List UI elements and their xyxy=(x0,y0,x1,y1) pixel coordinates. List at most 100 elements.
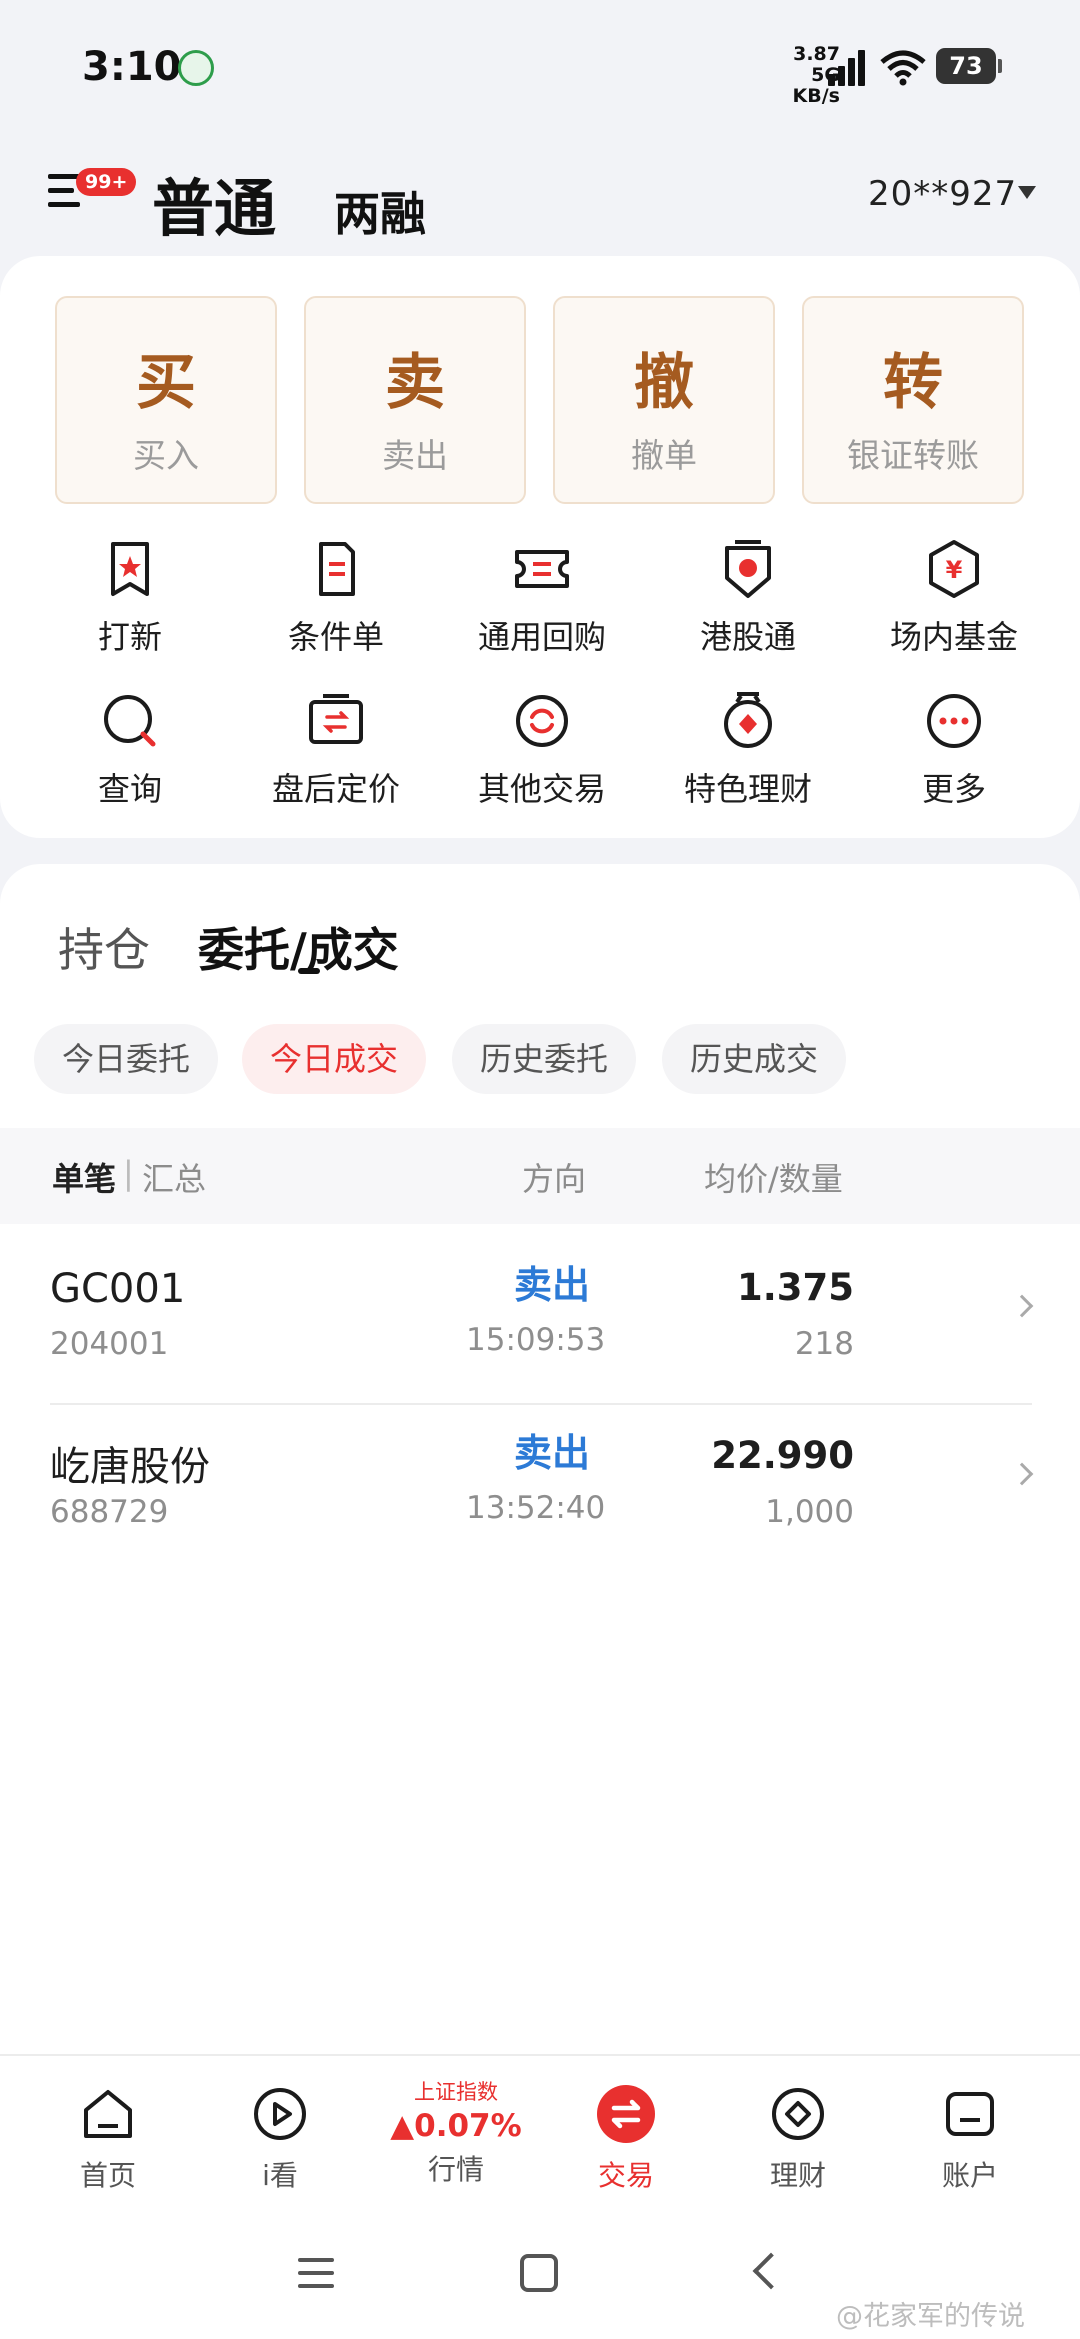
view-single-toggle[interactable]: 单笔 xyxy=(52,1154,116,1200)
chevron-right-icon[interactable] xyxy=(1010,1462,1034,1486)
other-trade-icon xyxy=(516,695,568,747)
quantity: 1,000 xyxy=(765,1494,854,1530)
hk-connect-label: 港股通 xyxy=(699,618,796,656)
row-divider xyxy=(50,1403,1032,1405)
svg-text:¥: ¥ xyxy=(946,556,963,584)
wifi-icon xyxy=(880,50,926,86)
account-icon xyxy=(946,2092,994,2136)
query-button[interactable]: 查询 xyxy=(30,686,230,810)
nav-watch[interactable]: i看 xyxy=(200,2082,360,2194)
nav-watch-label: i看 xyxy=(262,2159,298,2192)
transfer-glyph: 转 xyxy=(883,348,943,418)
fund-button[interactable]: ¥ 场内基金 xyxy=(854,534,1054,658)
header: 99+ 普通 两融 20**927 xyxy=(0,140,1080,260)
other-trade-label: 其他交易 xyxy=(477,770,606,808)
app-notification-icon xyxy=(178,50,214,86)
other-trade-button[interactable]: 其他交易 xyxy=(442,686,642,810)
table-row[interactable]: GC001 204001 卖出 15:09:53 1.375 218 xyxy=(0,1234,1080,1402)
nav-trade[interactable]: 交易 xyxy=(546,2082,706,2194)
cancel-order-button[interactable]: 撤 撤单 xyxy=(553,296,775,504)
more-icon xyxy=(927,694,981,748)
chip-today-orders[interactable]: 今日委托 xyxy=(34,1024,219,1094)
nav-wealth-label: 理财 xyxy=(769,2159,826,2192)
hk-connect-icon xyxy=(725,540,771,598)
query-icon xyxy=(104,695,156,747)
column-price-qty: 均价/数量 xyxy=(704,1160,843,1198)
more-button[interactable]: 更多 xyxy=(854,686,1054,810)
home-button-icon[interactable] xyxy=(520,2254,558,2292)
security-code: 688729 xyxy=(50,1494,169,1530)
avg-price: 1.375 xyxy=(736,1266,854,1309)
nav-account-label: 账户 xyxy=(941,2159,998,2192)
nav-home-label: 首页 xyxy=(79,2159,136,2192)
nav-market-label: 行情 xyxy=(427,2153,484,2186)
tab-normal[interactable]: 普通 xyxy=(152,158,276,248)
query-label: 查询 xyxy=(97,770,162,808)
buy-button[interactable]: 买 买入 xyxy=(55,296,277,504)
recent-apps-icon[interactable] xyxy=(298,2258,334,2288)
trade-icon xyxy=(597,2085,655,2143)
after-hours-button[interactable]: 盘后定价 xyxy=(236,686,436,810)
chip-history-orders[interactable]: 历史委托 xyxy=(452,1024,637,1094)
chip-history-trades[interactable]: 历史成交 xyxy=(662,1024,847,1094)
watermark: @花家军的传说 xyxy=(836,2301,1025,2332)
security-code: 204001 xyxy=(50,1326,169,1362)
tab-holdings[interactable]: 持仓 xyxy=(58,914,150,980)
transfer-label: 银证转账 xyxy=(847,436,979,475)
notification-badge: 99+ xyxy=(76,168,137,196)
condition-order-icon xyxy=(319,542,355,596)
ipo-button[interactable]: 打新 xyxy=(30,534,230,658)
buy-label: 买入 xyxy=(133,436,199,475)
status-bar: 3:10 3.87 5G KB/s 73 xyxy=(0,0,1080,140)
security-name: 屹唐股份 xyxy=(50,1444,210,1490)
home-icon xyxy=(84,2090,132,2138)
cancel-label: 撤单 xyxy=(631,436,697,475)
header-separator: | xyxy=(123,1154,134,1192)
nav-market[interactable]: 上证指数 ▲0.07% 行情 xyxy=(376,2076,536,2188)
account-selector[interactable]: 20**927 xyxy=(868,174,1017,214)
table-row[interactable]: 屹唐股份 688729 卖出 13:52:40 22.990 1,000 xyxy=(0,1402,1080,1570)
back-icon[interactable] xyxy=(752,2252,790,2290)
transfer-button[interactable]: 转 银证转账 xyxy=(802,296,1024,504)
avg-price: 22.990 xyxy=(711,1434,854,1477)
chevron-right-icon[interactable] xyxy=(1010,1294,1034,1318)
ipo-icon xyxy=(111,542,149,596)
wealth-label: 特色理财 xyxy=(683,770,812,808)
nav-wealth[interactable]: 理财 xyxy=(718,2082,878,2194)
diamond-icon xyxy=(772,2088,824,2140)
trade-direction: 卖出 xyxy=(514,1263,591,1307)
big-actions: 买 买入 卖 卖出 撤 撤单 转 银证转账 xyxy=(55,296,1025,504)
condition-order-button[interactable]: 条件单 xyxy=(236,534,436,658)
more-label: 更多 xyxy=(921,770,986,808)
bottom-nav: 首页 i看 上证指数 ▲0.07% 行情 交易 理财 账户 xyxy=(0,2054,1080,2224)
repo-button[interactable]: 通用回购 xyxy=(442,534,642,658)
signal-icon xyxy=(828,48,872,86)
tab-indicator xyxy=(298,968,320,974)
hk-connect-button[interactable]: 港股通 xyxy=(648,534,848,658)
nav-trade-label: 交易 xyxy=(597,2159,654,2192)
view-summary-toggle[interactable]: 汇总 xyxy=(142,1154,206,1200)
sell-glyph: 卖 xyxy=(385,348,445,418)
ipo-label: 打新 xyxy=(97,618,162,656)
trade-time: 15:09:53 xyxy=(466,1322,606,1358)
nav-account[interactable]: 账户 xyxy=(890,2082,1050,2194)
after-hours-icon xyxy=(309,694,363,744)
index-name: 上证指数 xyxy=(414,2080,498,2104)
clock: 3:10 xyxy=(82,44,182,90)
repo-label: 通用回购 xyxy=(477,618,606,656)
after-hours-label: 盘后定价 xyxy=(271,770,400,808)
nav-home[interactable]: 首页 xyxy=(28,2082,188,2194)
index-change: ▲0.07% xyxy=(390,2108,522,2144)
tab-margin[interactable]: 两融 xyxy=(334,178,426,244)
trade-actions-card: 买 买入 卖 卖出 撤 撤单 转 银证转账 打新 条件单 通用回购 港股通 ¥ … xyxy=(0,256,1080,838)
chip-today-trades[interactable]: 今日成交 xyxy=(242,1024,427,1094)
table-header: 单笔 | 汇总 方向 均价/数量 xyxy=(0,1128,1080,1224)
condition-order-label: 条件单 xyxy=(287,618,384,656)
sell-button[interactable]: 卖 卖出 xyxy=(304,296,526,504)
wealth-button[interactable]: 特色理财 xyxy=(648,686,848,810)
chevron-down-icon[interactable] xyxy=(1018,186,1036,199)
repo-icon xyxy=(515,550,569,588)
orders-card: 持仓 委托/成交 今日委托 今日成交 历史委托 历史成交 单笔 | 汇总 方向 … xyxy=(0,864,1080,2054)
column-direction: 方向 xyxy=(522,1160,587,1198)
system-nav-bar: @花家军的传说 xyxy=(0,2224,1080,2339)
